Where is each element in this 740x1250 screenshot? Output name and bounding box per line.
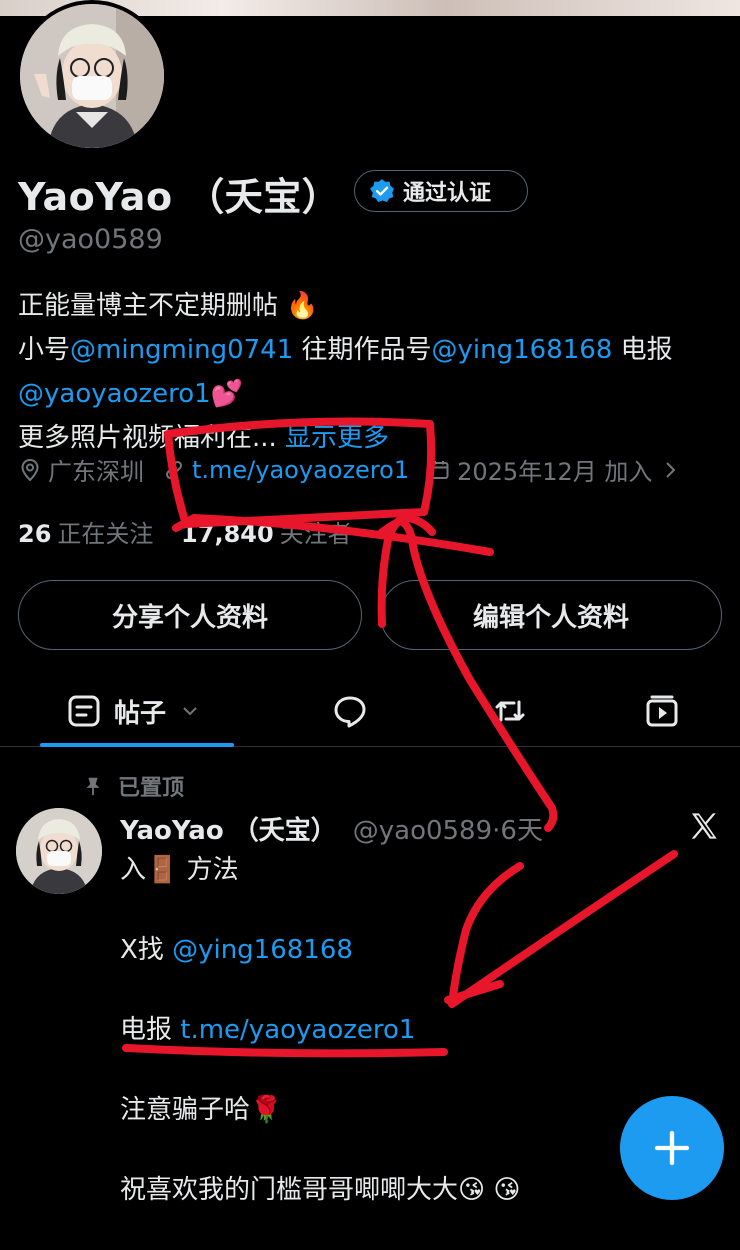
- chevron-right-icon[interactable]: [658, 458, 682, 482]
- profile-bio: 正能量博主不定期删帖 🔥 小号@mingming0741 往期作品号@ying1…: [18, 284, 728, 460]
- tab-posts[interactable]: 帖子: [40, 686, 234, 747]
- post-text: 电报: [120, 1015, 181, 1045]
- bio-text: 小号: [18, 335, 71, 365]
- joined-text: 2025年12月 加入: [457, 458, 653, 486]
- bio-line-2: 小号@mingming0741 往期作品号@ying168168 电报: [18, 328, 728, 372]
- profile-handle: @yao0589: [18, 224, 163, 255]
- heart-emoji: 💕: [210, 379, 244, 409]
- location-text: 广东深圳: [48, 458, 144, 486]
- post-author-handle[interactable]: @yao0589·6天: [353, 816, 543, 846]
- pin-icon: [86, 777, 100, 796]
- joined-item: 2025年12月 加入: [427, 452, 682, 487]
- mention-link[interactable]: @mingming0741: [70, 335, 293, 365]
- post-body: 入🚪 方法 X找 @ying168168 电报 t.me/yaoyaozero1…: [120, 850, 520, 1250]
- post-line: 注意骗子哈🌹: [120, 1095, 283, 1125]
- chevron-down-icon[interactable]: [178, 699, 202, 723]
- profile-avatar[interactable]: [16, 0, 168, 152]
- following-label: 正在关注: [57, 520, 154, 548]
- posts-tab-icon: [68, 695, 100, 727]
- location-icon: [21, 458, 39, 481]
- tab-media[interactable]: [644, 686, 680, 736]
- website-link[interactable]: t.me/yaoyaozero1: [192, 456, 409, 484]
- profile-tabs: 帖子: [0, 676, 740, 747]
- replies-icon: [334, 696, 366, 728]
- tab-replies[interactable]: [332, 686, 368, 736]
- mention-link[interactable]: @ying168168: [172, 935, 353, 965]
- post-line: X找 @ying168168: [120, 930, 520, 970]
- profile-stats: 26 正在关注 17,840 关注者: [18, 514, 352, 549]
- post-line: 入🚪 方法: [120, 855, 239, 885]
- bio-line-1: 正能量博主不定期删帖 🔥: [18, 291, 319, 321]
- pinned-indicator: 已置顶: [82, 770, 184, 802]
- plus-icon: [654, 1130, 690, 1166]
- followers-label: 关注者: [279, 520, 352, 548]
- following-count: 26: [18, 520, 52, 548]
- retweet-icon: [495, 700, 525, 722]
- website-item[interactable]: t.me/yaoyaozero1: [162, 456, 409, 484]
- location-item: 广东深圳: [18, 452, 144, 487]
- post-header: YaoYao （夭宝） @yao0589·6天: [120, 810, 543, 847]
- post-line: 电报 t.me/yaoyaozero1: [120, 1010, 520, 1050]
- edit-profile-button[interactable]: 编辑个人资料: [380, 580, 722, 650]
- active-tab-indicator: [40, 743, 234, 747]
- bio-text: 更多照片视频福利在...: [18, 423, 277, 453]
- annotation-arrow-up: [377, 516, 558, 832]
- profile-name: YaoYao （夭宝）: [18, 175, 341, 219]
- bio-line-3: @yaoyaozero1💕: [18, 372, 728, 416]
- verified-badge-button[interactable]: 通过认证: [354, 170, 528, 212]
- link-icon: [165, 460, 183, 479]
- calendar-icon: [429, 460, 449, 479]
- annotation-arrowhead: [376, 514, 436, 538]
- post-author-avatar[interactable]: [16, 808, 102, 894]
- tab-posts-label: 帖子: [114, 698, 167, 729]
- profile-meta: 广东深圳 t.me/yaoyaozero1 2025年12月 加入: [18, 452, 700, 487]
- following-stat[interactable]: 26 正在关注: [18, 520, 153, 548]
- mention-link[interactable]: @yaoyaozero1: [18, 379, 211, 409]
- post-author-name[interactable]: YaoYao （夭宝）: [120, 816, 337, 846]
- verified-label: 通过认证: [403, 181, 492, 206]
- followers-count: 17,840: [181, 520, 274, 548]
- share-profile-button[interactable]: 分享个人资料: [18, 580, 362, 650]
- pinned-label: 已置顶: [118, 776, 185, 801]
- show-more-link[interactable]: 显示更多: [277, 423, 389, 453]
- x-logo-icon[interactable]: [688, 810, 720, 842]
- followers-stat[interactable]: 17,840 关注者: [181, 520, 352, 548]
- bio-text: 往期作品号: [293, 335, 432, 365]
- compose-button[interactable]: [620, 1096, 724, 1200]
- bio-text: 电报: [612, 335, 673, 365]
- telegram-link[interactable]: t.me/yaoyaozero1: [180, 1015, 415, 1045]
- post-line: 祝喜欢我的门槛哥哥唧唧大大😘 😘: [120, 1175, 521, 1205]
- mention-link[interactable]: @ying168168: [432, 335, 613, 365]
- media-icon: [646, 695, 678, 727]
- post-text: X找: [120, 935, 173, 965]
- tab-reposts[interactable]: [492, 686, 528, 736]
- verified-badge-icon: [370, 179, 394, 203]
